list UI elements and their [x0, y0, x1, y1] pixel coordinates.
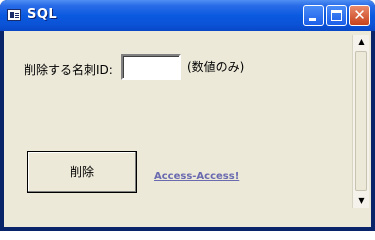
minimize-button[interactable]	[303, 5, 324, 26]
maximize-icon	[331, 10, 342, 21]
minimize-icon	[309, 18, 316, 21]
id-label: 削除する名刺ID:	[24, 63, 113, 77]
sql-window: SQL ✕ 削除する名刺ID: (数値のみ) 削除 Access-Access!…	[0, 0, 375, 231]
scroll-thumb[interactable]	[355, 51, 367, 191]
access-link[interactable]: Access-Access!	[154, 171, 239, 182]
close-button[interactable]: ✕	[349, 5, 370, 26]
window-title: SQL	[27, 7, 58, 22]
title-bar[interactable]: SQL ✕	[0, 0, 375, 31]
numeric-only-hint: (数値のみ)	[187, 60, 245, 74]
card-id-input[interactable]	[121, 54, 181, 80]
form-client-area: 削除する名刺ID: (数値のみ) 削除 Access-Access! ▲ ▼	[4, 31, 371, 227]
vertical-scrollbar[interactable]: ▲ ▼	[352, 35, 369, 208]
delete-button[interactable]: 削除	[27, 151, 137, 193]
form-icon	[7, 9, 21, 21]
maximize-button[interactable]	[326, 5, 347, 26]
scroll-up-icon[interactable]: ▲	[353, 35, 370, 49]
close-icon: ✕	[353, 6, 366, 24]
scroll-down-icon[interactable]: ▼	[353, 194, 370, 208]
